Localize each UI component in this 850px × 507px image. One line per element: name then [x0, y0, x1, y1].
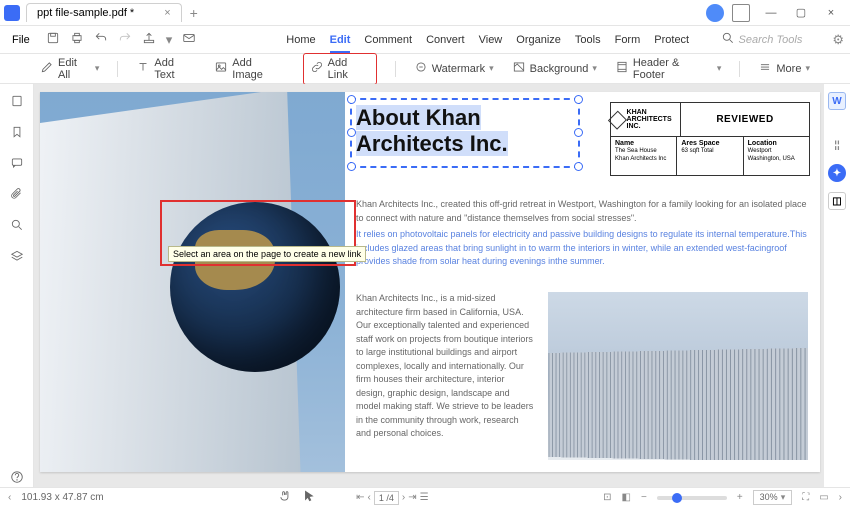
undo-icon[interactable]	[94, 31, 108, 48]
hand-tool-icon[interactable]	[278, 489, 292, 506]
tab-title: ppt file-sample.pdf *	[37, 7, 134, 19]
bookmark-panel-icon[interactable]	[10, 125, 24, 142]
fullscreen-icon[interactable]: ⛶	[802, 492, 809, 503]
add-text-button[interactable]: Add Text	[136, 57, 196, 81]
qat-more-icon[interactable]: ▾	[166, 32, 173, 48]
select-tool-icon[interactable]	[302, 489, 316, 506]
mail-icon[interactable]	[182, 31, 196, 48]
more-icon	[758, 60, 772, 77]
scroll-left-icon[interactable]: ‹	[8, 492, 11, 503]
page-menu-icon[interactable]: ☰	[420, 492, 429, 503]
review-stamp: KHAN ARCHITECTS INC. REVIEWED NameThe Se…	[610, 102, 810, 176]
tab-protect[interactable]: Protect	[654, 34, 689, 46]
thumbnail-panel-icon[interactable]	[10, 94, 24, 111]
zoom-out-icon[interactable]: −	[641, 492, 647, 503]
right-panel-icon[interactable]: ◫	[828, 192, 846, 210]
word-export-icon[interactable]: W	[828, 92, 846, 110]
file-menu[interactable]: File	[6, 32, 36, 48]
document-tab[interactable]: ppt file-sample.pdf * ×	[26, 3, 182, 22]
app-icon	[4, 5, 20, 21]
close-window-button[interactable]: ×	[816, 3, 846, 23]
help-icon[interactable]	[10, 470, 24, 487]
paragraph-3: Khan Architects Inc., is a mid-sized arc…	[356, 292, 536, 441]
add-link-button[interactable]: Add Link	[303, 53, 377, 85]
zoom-slider[interactable]	[657, 496, 727, 500]
next-page-icon[interactable]: ›	[402, 492, 405, 503]
add-link-tooltip: Select an area on the page to create a n…	[168, 246, 366, 262]
edit-all-button[interactable]: Edit All▾	[40, 57, 99, 81]
scroll-right-icon[interactable]: ›	[839, 492, 842, 503]
last-page-icon[interactable]: ⇥	[408, 492, 416, 503]
page-input[interactable]: 1 /4	[374, 491, 399, 505]
paragraph-1: Khan Architects Inc., created this off-g…	[356, 198, 811, 225]
search-panel-icon[interactable]	[10, 218, 24, 235]
tab-convert[interactable]: Convert	[426, 34, 465, 46]
background-button[interactable]: Background▾	[512, 60, 597, 77]
redo-icon[interactable]	[118, 31, 132, 48]
attachment-panel-icon[interactable]	[10, 187, 24, 204]
first-page-icon[interactable]: ⇤	[356, 492, 364, 503]
minimize-button[interactable]: —	[756, 3, 786, 23]
secondary-photo	[548, 292, 808, 460]
search-icon	[721, 31, 735, 48]
more-button[interactable]: More▾	[758, 60, 810, 77]
tab-comment[interactable]: Comment	[364, 34, 412, 46]
read-mode-icon[interactable]: ▭	[819, 492, 828, 503]
tab-edit[interactable]: Edit	[330, 34, 351, 46]
tab-home[interactable]: Home	[286, 34, 315, 46]
tab-organize[interactable]: Organize	[516, 34, 561, 46]
tab-tools[interactable]: Tools	[575, 34, 601, 46]
app-menu-icon[interactable]	[732, 4, 750, 22]
tab-form[interactable]: Form	[615, 34, 641, 46]
search-tools-input[interactable]: Search Tools	[739, 34, 803, 46]
document-heading: About Khan Architects Inc.	[356, 105, 576, 157]
settings-icon[interactable]: ⚙	[832, 32, 844, 48]
tab-view[interactable]: View	[479, 34, 503, 46]
watermark-icon	[414, 60, 428, 77]
user-avatar[interactable]	[706, 4, 724, 22]
print-icon[interactable]	[70, 31, 84, 48]
header-footer-button[interactable]: Header & Footer▾	[615, 57, 722, 81]
add-image-button[interactable]: Add Image	[214, 57, 284, 81]
pencil-icon	[40, 60, 54, 77]
prev-page-icon[interactable]: ‹	[368, 492, 371, 503]
link-icon	[310, 60, 324, 77]
image-icon	[214, 60, 228, 77]
new-tab-button[interactable]: +	[190, 5, 198, 21]
watermark-button[interactable]: Watermark▾	[414, 60, 494, 77]
maximize-button[interactable]: ▢	[786, 3, 816, 23]
share-icon[interactable]	[142, 31, 156, 48]
zoom-in-icon[interactable]: +	[737, 492, 743, 503]
save-icon[interactable]	[46, 31, 60, 48]
hero-photo	[40, 92, 345, 472]
paragraph-2: It relies on photovoltaic panels for ele…	[356, 228, 811, 269]
text-icon	[136, 60, 150, 77]
right-tools-icon[interactable]: ¦¦	[828, 136, 846, 154]
ai-assistant-icon[interactable]: ✦	[828, 164, 846, 182]
close-tab-icon[interactable]: ×	[164, 7, 170, 19]
cursor-position: 101.93 x 47.87 cm	[21, 492, 103, 503]
zoom-select[interactable]: 30%▾	[753, 490, 793, 505]
layers-panel-icon[interactable]	[10, 249, 24, 266]
fit-width-icon[interactable]: ⊡	[603, 492, 611, 503]
header-footer-icon	[615, 60, 629, 77]
document-page[interactable]: About Khan Architects Inc. KHAN ARCHITEC…	[40, 92, 820, 472]
fit-page-icon[interactable]: ◧	[622, 492, 631, 503]
background-icon	[512, 60, 526, 77]
comment-panel-icon[interactable]	[10, 156, 24, 173]
